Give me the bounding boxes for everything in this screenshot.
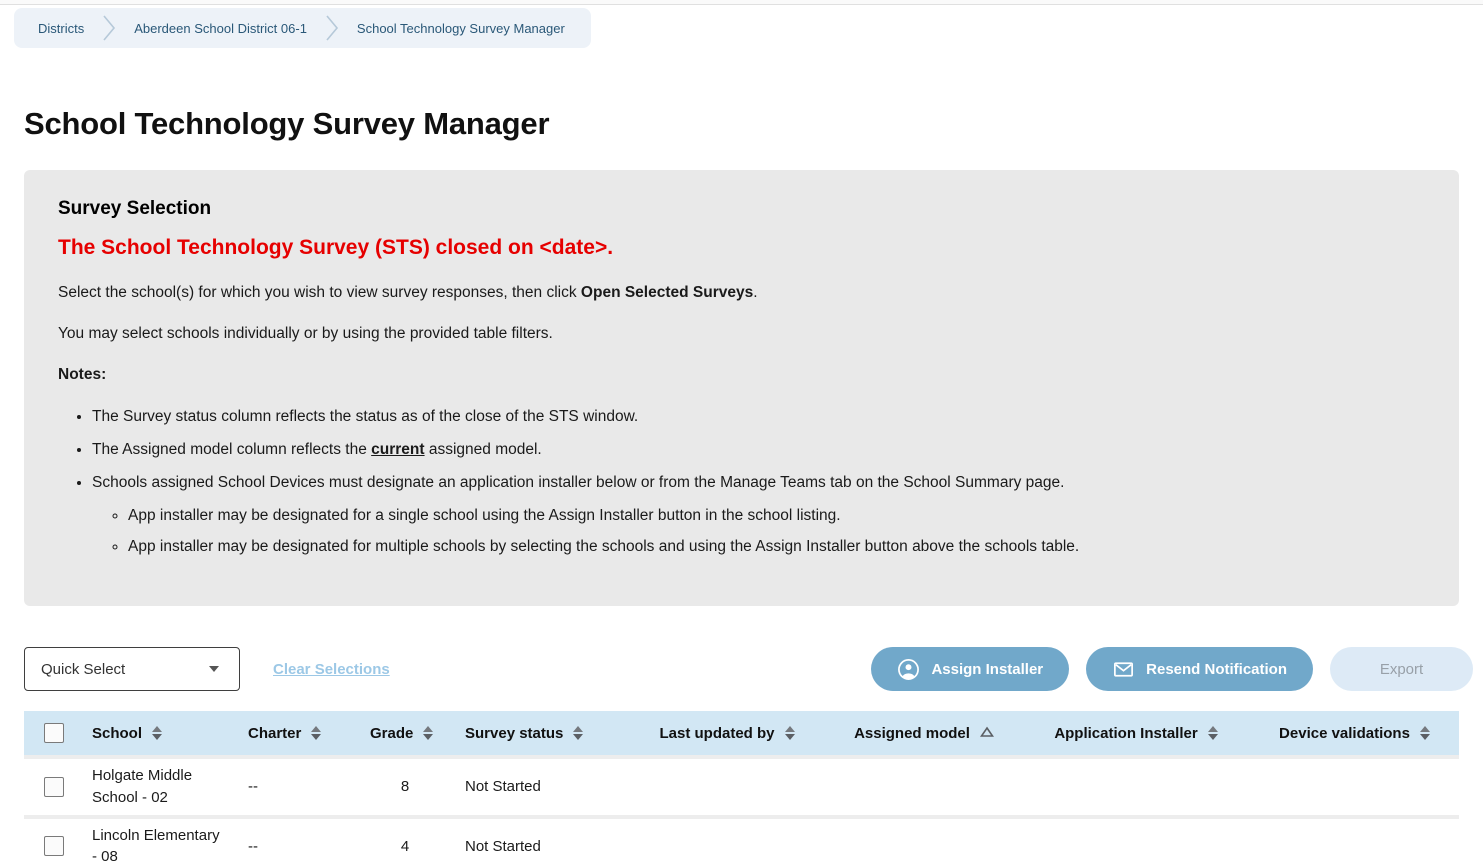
instruction-line-1: Select the school(s) for which you wish … [58, 284, 1419, 302]
row-checkbox[interactable] [44, 836, 64, 856]
survey-selection-panel: Survey Selection The School Technology S… [24, 170, 1459, 606]
notes-sublist: App installer may be designated for a si… [92, 504, 1419, 559]
column-header-assigned-model[interactable]: Assigned model [826, 725, 1022, 742]
survey-status-cell: Not Started [450, 778, 628, 795]
table-header-row: School Charter Grade Survey status Last … [24, 711, 1459, 755]
school-name-cell: Lincoln Elementary - 08 [80, 825, 238, 866]
sort-icon[interactable] [423, 726, 433, 740]
page-title: School Technology Survey Manager [24, 106, 1483, 142]
instruction-line-2: You may select schools individually or b… [58, 325, 1419, 343]
sort-icon[interactable] [311, 726, 321, 740]
breadcrumb-item-current-page: School Technology Survey Manager [357, 21, 565, 36]
column-header-grade[interactable]: Grade [360, 725, 450, 742]
breadcrumb-item-district-name[interactable]: Aberdeen School District 06-1 [134, 21, 307, 36]
assign-installer-label: Assign Installer [931, 661, 1043, 678]
column-header-school[interactable]: School [80, 725, 238, 742]
grade-cell: 4 [360, 838, 450, 855]
sort-icon[interactable] [785, 726, 795, 740]
table-row: Lincoln Elementary - 08 -- 4 Not Started [24, 815, 1459, 866]
breadcrumb: Districts Aberdeen School District 06-1 … [14, 8, 591, 48]
note-subitem: App installer may be designated for a si… [128, 504, 1419, 528]
clear-selections-link[interactable]: Clear Selections [273, 661, 390, 678]
note-item: The Survey status column reflects the st… [92, 405, 1419, 429]
notes-list: The Survey status column reflects the st… [58, 405, 1419, 559]
note-subitem: App installer may be designated for mult… [128, 535, 1419, 559]
quick-select-label: Quick Select [41, 661, 125, 678]
column-header-last-updated-by[interactable]: Last updated by [628, 725, 826, 742]
table-row: Holgate Middle School - 02 -- 8 Not Star… [24, 755, 1459, 815]
last-updated-by-cell [628, 776, 826, 798]
sort-icon[interactable] [1208, 726, 1218, 740]
charter-cell: -- [238, 838, 360, 855]
current-emphasis: current [371, 441, 424, 458]
export-button[interactable]: Export [1330, 647, 1473, 691]
sort-icon[interactable] [573, 726, 583, 740]
column-header-device-validations[interactable]: Device validations [1250, 725, 1459, 742]
sort-icon[interactable] [152, 726, 162, 740]
column-header-survey-status[interactable]: Survey status [450, 725, 628, 742]
breadcrumb-chevron-icon [325, 13, 339, 43]
quick-select-dropdown[interactable]: Quick Select [24, 647, 240, 691]
notes-label: Notes: [58, 366, 1419, 384]
panel-heading: Survey Selection [58, 198, 1419, 220]
breadcrumb-chevron-icon [102, 13, 116, 43]
breadcrumb-item-districts[interactable]: Districts [38, 21, 84, 36]
sort-icon[interactable] [1420, 726, 1430, 740]
note-item: The Assigned model column reflects the c… [92, 438, 1419, 462]
top-divider [0, 0, 1483, 5]
chevron-down-icon [209, 666, 219, 672]
school-name-cell: Holgate Middle School - 02 [80, 765, 238, 809]
note-item: Schools assigned School Devices must des… [92, 471, 1419, 559]
resend-notification-button[interactable]: Resend Notification [1086, 647, 1313, 691]
resend-notification-label: Resend Notification [1146, 661, 1287, 678]
table-toolbar: Quick Select Clear Selections Assign Ins… [24, 647, 1473, 691]
grade-cell: 8 [360, 778, 450, 795]
survey-status-cell: Not Started [450, 838, 628, 855]
last-updated-by-cell [628, 835, 826, 857]
column-header-charter[interactable]: Charter [238, 725, 360, 742]
select-all-checkbox[interactable] [44, 723, 64, 743]
sort-ascending-icon[interactable] [980, 725, 994, 742]
row-checkbox[interactable] [44, 777, 64, 797]
envelope-icon [1112, 658, 1135, 681]
survey-closed-alert: The School Technology Survey (STS) close… [58, 236, 1419, 260]
export-label: Export [1380, 661, 1423, 678]
open-selected-surveys-emphasis: Open Selected Surveys [581, 284, 753, 301]
person-icon [897, 658, 920, 681]
assign-installer-button[interactable]: Assign Installer [871, 647, 1069, 691]
schools-table: School Charter Grade Survey status Last … [24, 711, 1459, 866]
charter-cell: -- [238, 778, 360, 795]
column-header-application-installer[interactable]: Application Installer [1022, 725, 1250, 742]
